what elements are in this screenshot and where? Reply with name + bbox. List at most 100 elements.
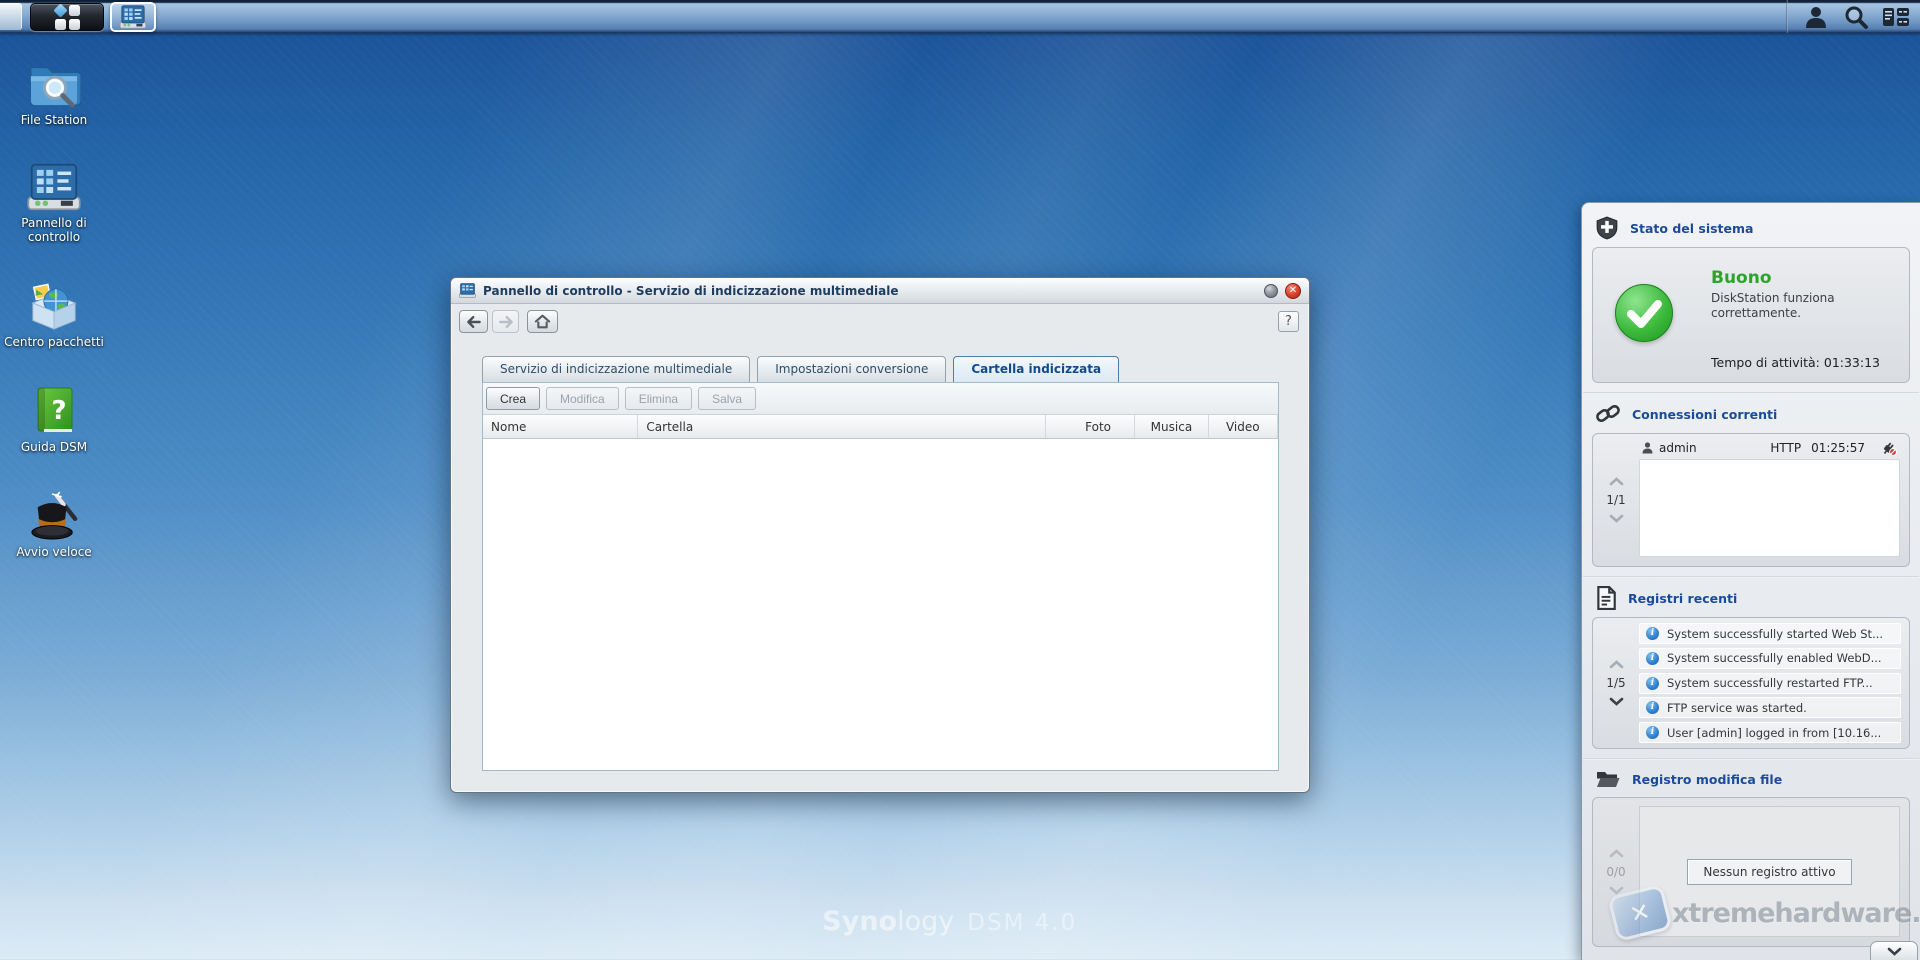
window-nav-row [451,306,1309,338]
log-entry[interactable]: i User [admin] logged in from [10.16... [1639,722,1901,743]
column-header-video[interactable]: Video [1209,415,1278,438]
chevron-down-icon [1887,947,1901,956]
connection-protocol: HTTP [1770,441,1802,455]
tab-impostazioni-conversione[interactable]: Impostazioni conversione [757,356,947,382]
connection-time: 01:25:57 [1811,441,1865,455]
main-menu-grid-icon [52,2,80,30]
page-indicator: 0/0 [1606,865,1626,879]
table-header: Nome Cartella Foto Musica Video [483,415,1278,439]
connections-panel: 1/1 admin HTTP 01:25:57 [1592,433,1910,567]
search-icon[interactable] [1836,2,1876,32]
control-panel-window-icon [459,283,476,298]
log-entry[interactable]: i System successfully restarted FTP... [1639,672,1901,694]
control-panel-window-icon [119,5,147,29]
widget-section-title: Registro modifica file [1632,771,1783,787]
connections-list-area [1639,459,1900,557]
info-icon: i [1646,676,1659,690]
minimize-sphere-button[interactable] [1264,283,1278,298]
column-header-foto[interactable]: Foto [1062,415,1136,438]
uptime-text: Tempo di attività: 01:33:13 [1711,355,1881,370]
desktop-icon-label: File Station [20,113,88,127]
desktop-icon-label: Avvio veloce [16,545,92,559]
logo-text-rest: logy [897,906,955,937]
column-header-cartella[interactable]: Cartella [638,415,1046,438]
page-indicator: 1/1 [1606,493,1626,507]
forward-button[interactable] [492,310,519,333]
desktop-icon-file-station[interactable]: File Station [4,58,104,127]
logo-text-bold: Syno [822,906,898,937]
log-entry[interactable]: i System successfully enabled WebD... [1639,647,1901,669]
widget-divider [1583,758,1919,760]
page-up-icon [1609,849,1623,858]
column-header-nome[interactable]: Nome [483,415,639,438]
widget-section-title: Connessioni correnti [1632,406,1778,422]
widget-section-title: Registri recenti [1628,590,1738,606]
info-icon: i [1646,726,1659,739]
system-health-widget: Stato del sistema Buono DiskStation funz… [1581,202,1920,960]
synology-dsm-logo: Synology DSM 4.0 [822,906,1077,937]
close-button[interactable]: ✕ [1285,282,1301,299]
crea-button[interactable]: Crea [486,387,541,410]
home-button[interactable] [527,310,558,333]
column-header-musica[interactable]: Musica [1135,415,1209,438]
info-icon: i [1646,651,1659,665]
tab-cartella-indicizzata[interactable]: Cartella indicizzata [953,356,1120,382]
widget-collapse-tab[interactable] [1870,941,1918,960]
desktop-icon-list: File Station Pannello di controllo Centr… [4,58,104,559]
window-title: Pannello di controllo - Servizio di indi… [483,283,899,298]
pilot-view-icon[interactable] [1876,2,1916,32]
page-up-icon[interactable] [1609,660,1624,669]
elimina-button[interactable]: Elimina [624,387,693,410]
desktop-icon-package-center[interactable]: Centro pacchetti [4,280,104,349]
info-icon: i [1646,627,1659,640]
user-icon[interactable] [1796,2,1836,32]
page-up-icon[interactable] [1609,477,1624,486]
control-panel-window: Pannello di controllo - Servizio di indi… [450,277,1310,793]
package-center-icon [27,280,81,330]
system-status-panel: Buono DiskStation funziona correttamente… [1592,247,1910,383]
tab-strip: Servizio di indicizzazione multimediale … [482,356,1279,382]
log-entry[interactable]: i FTP service was started. [1639,697,1901,719]
table-body-empty[interactable] [483,439,1278,770]
window-content: Servizio di indicizzazione multimediale … [482,356,1279,771]
watermark-text: xtremehardware.com [1672,897,1920,929]
window-titlebar[interactable]: Pannello di controllo - Servizio di indi… [451,278,1309,304]
desktop-icon-label: Guida DSM [20,440,88,454]
logs-header: Registri recenti [1582,581,1920,615]
toolbar: Crea Modifica Elimina Salva [483,383,1278,415]
status-good-icon [1615,284,1673,342]
logs-panel: 1/5 i System successfully started Web St.… [1592,617,1910,749]
show-desktop-button[interactable] [0,3,22,30]
tab-panel: Crea Modifica Elimina Salva Nome Cartell… [482,382,1279,771]
desktop-icon-quick-start[interactable]: Avvio veloce [4,490,104,559]
log-entry[interactable]: i System successfully started Web St... [1639,623,1901,644]
quick-start-hat-icon [27,490,81,540]
log-document-icon [1595,586,1617,610]
disconnect-icon[interactable] [1881,441,1897,456]
connection-row[interactable]: admin HTTP 01:25:57 [1639,437,1900,459]
desktop-icon-label: Pannello di controllo [21,216,87,244]
status-value: Buono [1711,268,1772,288]
user-mini-icon [1642,442,1653,454]
log-list: i System successfully started Web St... i… [1639,618,1909,748]
widget-divider [1583,392,1919,394]
desktop-icon-dsm-help[interactable]: ? Guida DSM [4,385,104,454]
taskbar-item-control-panel[interactable] [110,2,156,32]
desktop-icon-control-panel[interactable]: Pannello di controllo [4,163,104,244]
help-button[interactable]: ? [1278,311,1299,332]
page-down-icon[interactable] [1609,697,1624,706]
tab-servizio-indicizzazione[interactable]: Servizio di indicizzazione multimediale [482,356,751,382]
page-down-icon[interactable] [1609,514,1624,523]
taskbar-separator [1786,0,1788,33]
connection-user: admin [1659,441,1697,455]
main-menu-button[interactable] [30,2,104,31]
back-button[interactable] [459,310,488,333]
xtremehardware-watermark: ✕ xtremehardware.com [1607,883,1920,943]
system-status-header: Stato del sistema [1582,211,1920,245]
connections-header: Connessioni correnti [1582,397,1920,431]
widget-section-title: Stato del sistema [1630,220,1754,236]
salva-button[interactable]: Salva [698,387,757,410]
no-active-log-label: Nessun registro attivo [1687,858,1852,885]
file-log-header: Registro modifica file [1582,763,1920,795]
modifica-button[interactable]: Modifica [546,387,619,410]
